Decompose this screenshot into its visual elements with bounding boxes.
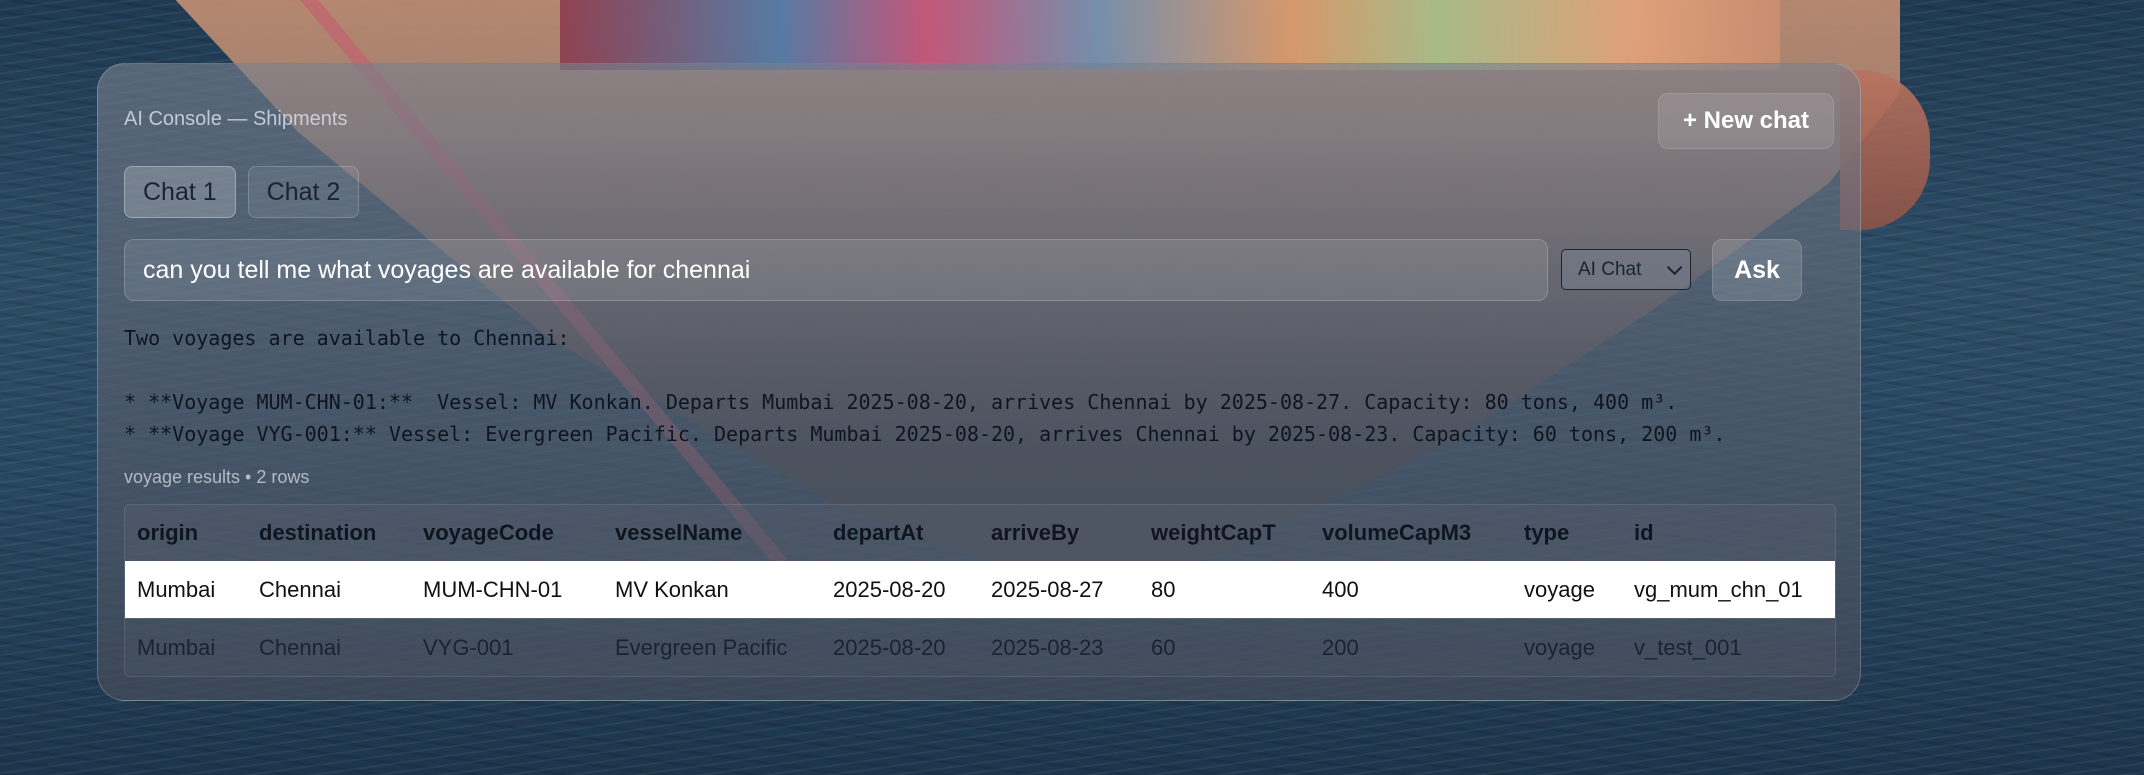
answer-line: * **Voyage MUM-CHN-01:** Vessel: MV Konk…	[124, 390, 1678, 414]
table-cell: MV Konkan	[615, 576, 729, 602]
table-cell: 80	[1151, 576, 1176, 602]
table-row[interactable]: Mumbai Chennai MUM-CHN-01 MV Konkan 2025…	[125, 561, 1835, 618]
column-header: origin	[137, 520, 199, 545]
table-cell: 400	[1322, 576, 1359, 602]
ai-console-panel: AI Console — Shipments + New chat Chat 1…	[97, 63, 1861, 701]
chevron-down-icon	[1666, 259, 1683, 276]
column-header: weightCapT	[1151, 520, 1276, 545]
table-cell: voyage	[1524, 576, 1595, 602]
results-table: origin destination voyageCode vesselName…	[124, 504, 1836, 677]
mode-select[interactable]: AI Chat	[1561, 249, 1691, 290]
table-header-row: origin destination voyageCode vesselName…	[125, 505, 1835, 561]
column-header: arriveBy	[991, 520, 1080, 545]
column-header: volumeCapM3	[1322, 520, 1472, 545]
results-caption: voyage results • 2 rows	[124, 467, 310, 487]
tab-chat-2[interactable]: Chat 2	[247, 166, 360, 218]
app-background: AI Console — Shipments + New chat Chat 1…	[0, 0, 2144, 775]
column-header: destination	[259, 520, 377, 545]
ask-button[interactable]: Ask	[1712, 239, 1802, 301]
table-cell: 200	[1322, 634, 1359, 660]
panel-title: AI Console — Shipments	[124, 108, 348, 130]
table-cell: vg_mum_chn_01	[1634, 576, 1803, 602]
column-header: type	[1524, 520, 1570, 545]
mode-select-value: AI Chat	[1578, 258, 1642, 280]
table-cell: 2025-08-23	[991, 634, 1104, 660]
table-cell: v_test_001	[1634, 634, 1742, 660]
tab-chat-1[interactable]: Chat 1	[124, 166, 236, 218]
new-chat-button[interactable]: + New chat	[1657, 93, 1834, 149]
column-header: voyageCode	[423, 520, 554, 545]
answer-line: Two voyages are available to Chennai:	[124, 326, 570, 350]
table-cell: Mumbai	[137, 634, 216, 660]
ai-answer: Two voyages are available to Chennai: * …	[124, 322, 1844, 450]
query-input[interactable]	[124, 239, 1548, 301]
table-row[interactable]: Mumbai Chennai VYG-001 Evergreen Pacific…	[125, 618, 1835, 676]
table-cell: VYG-001	[423, 634, 514, 660]
table-cell: 2025-08-27	[991, 576, 1104, 602]
column-header: id	[1634, 520, 1654, 545]
answer-line: * **Voyage VYG-001:** Vessel: Evergreen …	[124, 422, 1726, 446]
table-cell: 2025-08-20	[833, 576, 946, 602]
table-cell: voyage	[1524, 634, 1595, 660]
table-cell: MUM-CHN-01	[423, 576, 563, 602]
table-cell: Evergreen Pacific	[615, 634, 788, 660]
table-cell: 2025-08-20	[833, 634, 946, 660]
table-cell: Chennai	[259, 634, 341, 660]
table-cell: Chennai	[259, 576, 341, 602]
answer-line	[124, 354, 1844, 386]
column-header: vesselName	[615, 520, 743, 545]
background-containers	[560, 0, 1780, 70]
column-header: departAt	[833, 520, 924, 545]
new-chat-label: + New chat	[1682, 107, 1809, 134]
table-cell: 60	[1151, 634, 1176, 660]
table-cell: Mumbai	[137, 576, 216, 602]
chat-tabs: Chat 1 Chat 2	[124, 166, 360, 218]
